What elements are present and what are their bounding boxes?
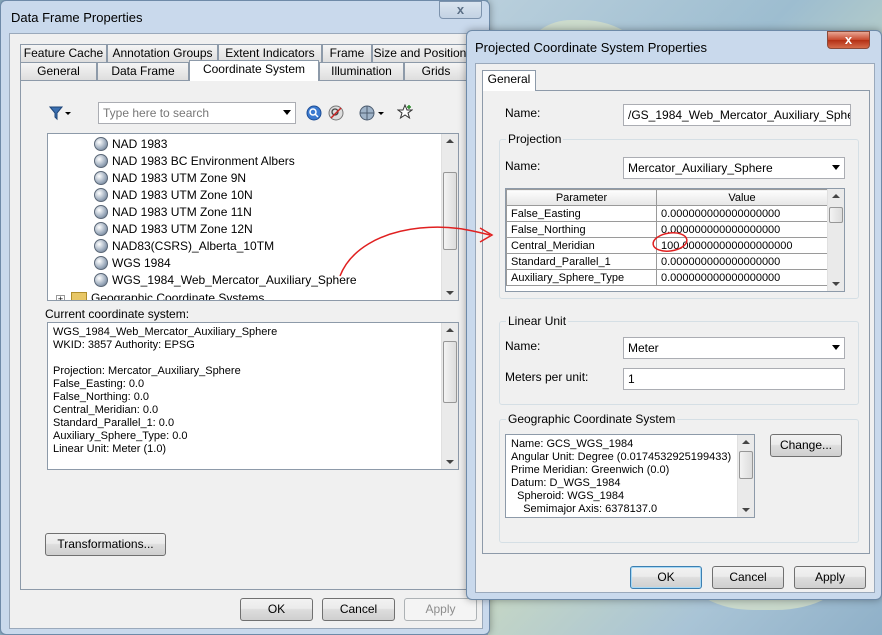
cancel-button[interactable]: Cancel <box>712 566 784 589</box>
tab-frame[interactable]: Frame <box>322 44 372 63</box>
projection-group: Projection Name: Mercator_Auxiliary_Sphe… <box>499 132 859 299</box>
tab-general[interactable]: General <box>482 70 536 91</box>
table-row[interactable]: Central_Meridian 100.000000000000000000 <box>506 237 828 254</box>
chevron-down-icon <box>832 345 840 350</box>
tree-item[interactable]: NAD83(CSRS)_Alberta_10TM <box>94 238 274 255</box>
parameter-grid[interactable]: Parameter Value False_Easting 0.000000000… <box>505 188 845 292</box>
globe-icon <box>94 171 108 185</box>
table-row[interactable]: Auxiliary_Sphere_Type 0.00000000000000000… <box>506 269 828 286</box>
gcs-scrollbar[interactable] <box>737 435 754 517</box>
grid-scrollbar[interactable] <box>827 189 844 291</box>
globe-icon <box>94 273 108 287</box>
clear-search-icon[interactable] <box>328 105 344 124</box>
tree-scrollbar[interactable] <box>441 134 458 300</box>
tree-item[interactable]: NAD 1983 UTM Zone 10N <box>94 187 253 204</box>
scroll-thumb[interactable] <box>829 207 843 223</box>
close-button[interactable]: x <box>827 31 870 49</box>
general-tab-panel: Name: /GS_1984_Web_Mercator_Auxiliary_Sp… <box>482 90 870 554</box>
scroll-up-icon[interactable] <box>446 328 454 332</box>
globe-icon <box>94 222 108 236</box>
coordinate-system-tree[interactable]: NAD 1983 NAD 1983 BC Environment Albers … <box>47 133 459 301</box>
gcs-text[interactable]: Name: GCS_WGS_1984 Angular Unit: Degree … <box>505 434 755 518</box>
tree-item[interactable]: WGS 1984 <box>94 255 171 272</box>
close-button[interactable]: x <box>439 1 482 19</box>
data-frame-properties-window: Data Frame Properties x Feature Cache An… <box>0 0 490 635</box>
cancel-button[interactable]: Cancel <box>322 598 395 621</box>
projection-name-select[interactable]: Mercator_Auxiliary_Sphere <box>623 157 845 179</box>
name-label: Name: <box>505 106 541 120</box>
table-row[interactable]: False_Easting 0.000000000000000000 <box>506 205 828 222</box>
scroll-down-icon[interactable] <box>446 460 454 464</box>
current-coordinate-system-text[interactable]: WGS_1984_Web_Mercator_Auxiliary_Sphere W… <box>47 322 459 470</box>
tree-item[interactable]: NAD 1983 <box>94 136 167 153</box>
tree-item[interactable]: NAD 1983 UTM Zone 11N <box>94 204 252 221</box>
dialog-body: Feature Cache Annotation Groups Extent I… <box>9 33 483 629</box>
apply-button[interactable]: Apply <box>404 598 477 621</box>
window-title: Projected Coordinate System Properties <box>475 40 707 55</box>
filter-icon[interactable] <box>48 105 71 124</box>
tree-item[interactable]: NAD 1983 BC Environment Albers <box>94 153 295 170</box>
scroll-thumb[interactable] <box>443 341 457 403</box>
text-scrollbar[interactable] <box>441 323 458 469</box>
meters-per-unit-field[interactable]: 1 <box>623 368 845 390</box>
table-row[interactable]: False_Northing 0.000000000000000000 <box>506 221 828 238</box>
geographic-coordinate-system-group: Geographic Coordinate System Name: GCS_W… <box>499 412 859 543</box>
search-icon[interactable] <box>306 105 322 124</box>
dialog-body: General Name: /GS_1984_Web_Mercator_Auxi… <box>475 63 875 593</box>
ok-button[interactable]: OK <box>240 598 313 621</box>
globe-icon <box>94 188 108 202</box>
expand-icon[interactable]: + <box>56 295 65 300</box>
folder-icon <box>71 292 87 300</box>
linear-unit-group: Linear Unit Name: Meter Meters per unit:… <box>499 314 859 405</box>
tab-data-frame[interactable]: Data Frame <box>97 62 189 81</box>
unit-name-label: Name: <box>505 339 541 353</box>
coordinate-system-tab-panel: Type here to search NAD 1983 NAD 1983 BC… <box>20 80 476 590</box>
apply-button[interactable]: Apply <box>794 566 866 589</box>
projection-name-label: Name: <box>505 159 541 173</box>
transformations-button[interactable]: Transformations... <box>45 533 166 556</box>
scroll-thumb[interactable] <box>443 172 457 250</box>
name-field[interactable]: /GS_1984_Web_Mercator_Auxiliary_Sphere <box>623 104 851 126</box>
tab-coordinate-system[interactable]: Coordinate System <box>189 60 319 81</box>
globe-icon <box>94 239 108 253</box>
ok-button[interactable]: OK <box>630 566 702 589</box>
globe-icon <box>94 137 108 151</box>
tree-item[interactable]: NAD 1983 UTM Zone 12N <box>94 221 253 238</box>
window-title: Data Frame Properties <box>11 10 143 25</box>
scroll-down-icon[interactable] <box>832 282 840 286</box>
chevron-down-icon <box>283 110 291 115</box>
tree-item[interactable]: NAD 1983 UTM Zone 9N <box>94 170 246 187</box>
tree-item-selected[interactable]: WGS_1984_Web_Mercator_Auxiliary_Sphere <box>94 272 357 289</box>
tab-illumination[interactable]: Illumination <box>319 62 404 81</box>
current-coordinate-system-label: Current coordinate system: <box>45 307 190 321</box>
globe-icon <box>94 154 108 168</box>
column-header-value[interactable]: Value <box>656 189 828 206</box>
globe-icon <box>94 256 108 270</box>
projected-coordinate-system-properties-window: Projected Coordinate System Properties x… <box>466 30 882 600</box>
globe-icon <box>94 205 108 219</box>
tab-grids[interactable]: Grids <box>404 62 468 81</box>
scroll-up-icon[interactable] <box>742 440 750 444</box>
scroll-up-icon[interactable] <box>832 194 840 198</box>
tab-feature-cache[interactable]: Feature Cache <box>20 44 107 63</box>
scroll-up-icon[interactable] <box>446 139 454 143</box>
chevron-down-icon <box>832 165 840 170</box>
scroll-down-icon[interactable] <box>742 508 750 512</box>
meters-per-unit-label: Meters per unit: <box>505 370 589 384</box>
search-input[interactable]: Type here to search <box>98 102 296 124</box>
linear-unit-select[interactable]: Meter <box>623 337 845 359</box>
add-coordinate-system-icon[interactable] <box>359 105 385 124</box>
scroll-down-icon[interactable] <box>446 291 454 295</box>
change-button[interactable]: Change... <box>770 434 842 457</box>
table-row[interactable]: Standard_Parallel_1 0.000000000000000000 <box>506 253 828 270</box>
tree-folder-item[interactable]: + Geographic Coordinate Systems <box>56 290 264 300</box>
favorites-star-icon[interactable] <box>396 103 414 123</box>
scroll-thumb[interactable] <box>739 451 753 479</box>
tab-size-and-position[interactable]: Size and Position <box>372 44 468 63</box>
tab-general[interactable]: General <box>20 62 97 81</box>
column-header-parameter[interactable]: Parameter <box>506 189 657 206</box>
